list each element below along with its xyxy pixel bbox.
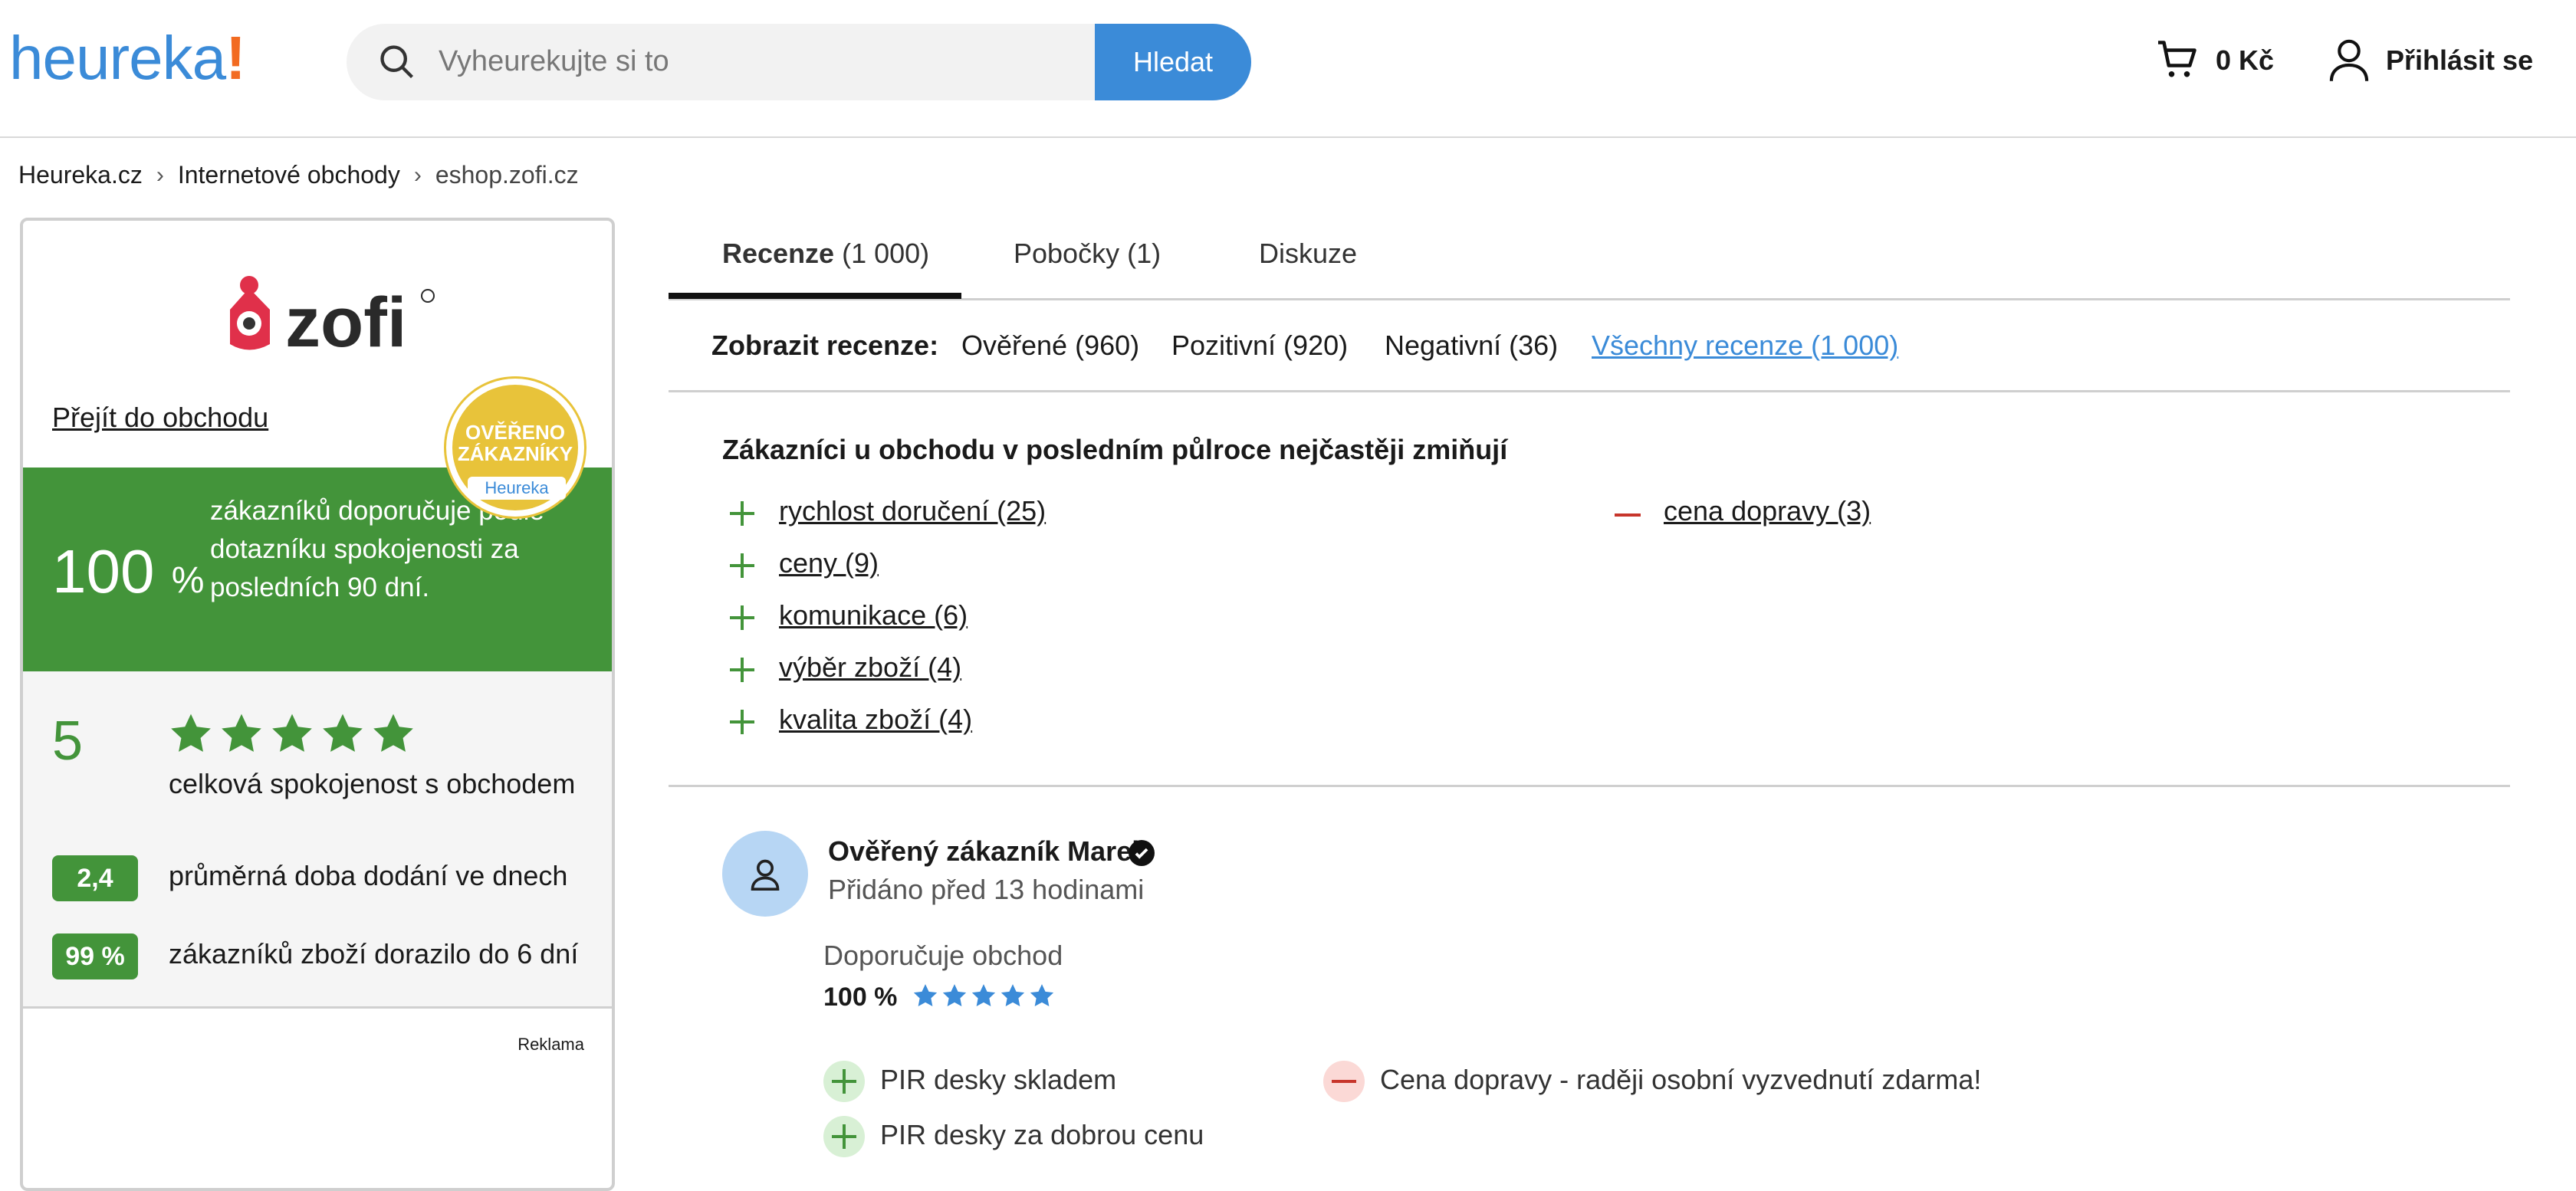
svg-text:zofi: zofi xyxy=(285,284,406,362)
heureka-logo[interactable]: heureka! xyxy=(9,23,246,94)
review-time: Přidáno před 13 hodinami xyxy=(828,874,1145,905)
pro-icon xyxy=(823,1061,865,1102)
review-pro: PIR desky za dobrou cenu xyxy=(880,1119,1204,1150)
search-input[interactable]: Vyheurekujte si to xyxy=(439,45,669,78)
mention-positive[interactable]: výběr zboží (4) xyxy=(779,651,961,684)
plus-icon xyxy=(728,552,756,579)
mention-positive[interactable]: ceny (9) xyxy=(779,547,879,579)
rating-box: 5 celková spokojenost s obchodem 2,4 prů… xyxy=(23,671,612,1009)
mention-positive[interactable]: komunikace (6) xyxy=(779,599,968,632)
plus-icon xyxy=(728,604,756,632)
active-tab-indicator xyxy=(669,293,961,299)
filter-label: Zobrazit recenze: xyxy=(711,330,939,361)
con-icon xyxy=(1323,1061,1365,1102)
breadcrumb-current: eshop.zofi.cz xyxy=(435,161,579,189)
rating-label: celková spokojenost s obchodem xyxy=(169,768,576,799)
search-icon xyxy=(380,45,414,79)
review-author: Ověřený zákazník Marek xyxy=(828,835,1148,867)
star-icon xyxy=(373,714,413,752)
goto-shop-link[interactable]: Přejít do obchodu xyxy=(52,402,268,434)
recommend-percent: 100 % xyxy=(52,537,205,605)
user-icon[interactable] xyxy=(2328,37,2371,83)
star-icon xyxy=(171,714,211,752)
mention-negative[interactable]: cena dopravy (3) xyxy=(1664,495,1871,527)
rating-score: 5 xyxy=(52,710,84,772)
tab-branches[interactable]: Pobočky (1) xyxy=(1014,238,1161,270)
verified-badge: OVĚŘENO ZÁKAZNÍKY Heureka xyxy=(446,379,584,517)
login-link[interactable]: Přihlásit se xyxy=(2386,44,2533,77)
star-icon xyxy=(222,714,261,752)
chevron-right-icon: › xyxy=(413,162,422,188)
star-icon xyxy=(913,984,938,1007)
shop-logo[interactable]: zofi xyxy=(215,264,445,363)
shop-info-panel: zofi Přejít do obchodu OVĚŘENO ZÁKAZNÍKY … xyxy=(20,218,615,1191)
plus-icon xyxy=(728,500,756,527)
tab-reviews[interactable]: Recenze (1 000) xyxy=(722,238,929,270)
filter-verified[interactable]: Ověřené (960) xyxy=(961,330,1139,362)
breadcrumb-home[interactable]: Heureka.cz xyxy=(18,161,143,189)
star-icon xyxy=(1001,984,1025,1007)
plus-icon xyxy=(728,656,756,684)
search-button[interactable]: Hledat xyxy=(1095,24,1251,100)
review-percent: 100 % xyxy=(823,983,898,1012)
arrived-percent-label: zákazníků zboží dorazilo do 6 dní xyxy=(169,938,579,970)
star-icon xyxy=(1030,984,1054,1007)
cart-icon[interactable] xyxy=(2154,37,2200,83)
minus-icon xyxy=(1615,513,1641,517)
user-icon xyxy=(751,859,780,891)
cart-value[interactable]: 0 Kč xyxy=(2216,44,2274,77)
star-icon xyxy=(272,714,312,752)
star-icon xyxy=(323,714,363,752)
mention-positive[interactable]: rychlost doručení (25) xyxy=(779,495,1046,527)
rating-stars xyxy=(169,711,416,756)
ad-label: Reklama xyxy=(518,1035,584,1054)
review-tabs: Recenze (1 000) Pobočky (1) Diskuze xyxy=(669,215,2510,300)
delivery-days-label: průměrná doba dodání ve dnech xyxy=(169,860,568,891)
tab-discussion[interactable]: Diskuze xyxy=(1259,238,1357,270)
breadcrumb: Heureka.cz › Internetové obchody › eshop… xyxy=(18,161,579,189)
badge-brand: Heureka xyxy=(468,477,566,500)
site-header: heureka! Vyheurekujte si to Hledat 0 Kč … xyxy=(0,0,2576,138)
delivery-days-badge: 2,4 xyxy=(52,855,138,901)
avatar xyxy=(722,831,808,917)
review-recommend-label: Doporučuje obchod xyxy=(823,940,1063,971)
arrived-percent-badge: 99 % xyxy=(52,933,138,979)
review-pro: PIR desky skladem xyxy=(880,1064,1117,1095)
filter-positive[interactable]: Pozitivní (920) xyxy=(1171,330,1348,362)
star-icon xyxy=(971,984,996,1007)
review-con: Cena dopravy - raději osobní vyzvednutí … xyxy=(1380,1064,1982,1095)
filter-all[interactable]: Všechny recenze (1 000) xyxy=(1592,330,1898,362)
mention-positive[interactable]: kvalita zboží (4) xyxy=(779,704,972,736)
pro-icon xyxy=(823,1116,865,1157)
plus-icon xyxy=(728,708,756,736)
breadcrumb-shops[interactable]: Internetové obchody xyxy=(178,161,400,189)
review-filters: Zobrazit recenze: Ověřené (960) Pozitivn… xyxy=(669,300,2510,392)
review-stars xyxy=(912,983,1055,1009)
mentions-title: Zákazníci u obchodu v posledním půlroce … xyxy=(722,434,1508,465)
chevron-right-icon: › xyxy=(156,162,164,188)
verified-check-icon xyxy=(1129,840,1155,866)
section-divider xyxy=(669,785,2510,787)
star-icon xyxy=(942,984,967,1007)
filter-negative[interactable]: Negativní (36) xyxy=(1385,330,1558,362)
